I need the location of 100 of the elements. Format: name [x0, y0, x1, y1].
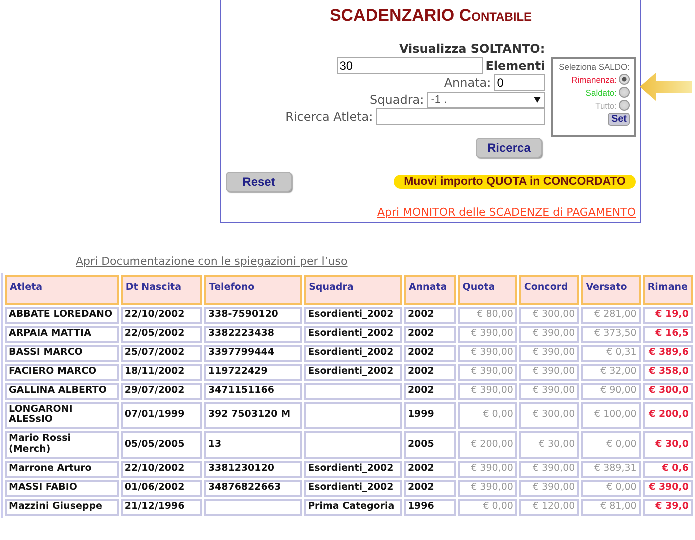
table-cell: € 100,00 [581, 402, 641, 430]
table-cell: FACIERO MARCO [5, 364, 119, 381]
table-cell: 119722429 [204, 364, 302, 381]
table-cell: € 16,5 [642, 326, 693, 343]
table-cell: 13 [204, 431, 302, 460]
table-cell: ABBATE LOREDANO [5, 306, 119, 324]
saldo-title: Seleziona SALDO: [559, 62, 630, 72]
table-cell: 2002 [404, 480, 456, 498]
table-cell: 07/01/1999 [120, 402, 202, 430]
squadra-label: Squadra: [370, 92, 424, 106]
table-cell: € 390,00 [519, 344, 580, 362]
table-cell: € 389,6 [642, 344, 693, 362]
saldo-option-label: Saldato: [586, 88, 617, 98]
table-cell: 2002 [404, 461, 456, 478]
table-cell: 3397799444 [204, 344, 302, 362]
table-cell: 25/07/2002 [120, 344, 202, 362]
table-cell: 2002 [404, 364, 456, 381]
table-cell: Prima Categoria [304, 499, 402, 516]
pointer-arrow-icon [640, 73, 692, 101]
table-cell: 29/07/2002 [120, 382, 202, 400]
table-cell: € 390,00 [519, 364, 580, 381]
page-title: SCADENZARIO Contabile [328, 6, 534, 26]
set-button[interactable]: Set [608, 113, 630, 126]
table-cell: € 90,00 [581, 382, 641, 400]
table-cell: € 30,0 [642, 431, 693, 460]
table-cell: BASSI MARCO [5, 344, 119, 362]
table-cell: MASSI FABIO [5, 480, 119, 498]
table-cell: Esordienti_2002 [304, 344, 402, 362]
table-cell: € 32,00 [581, 364, 641, 381]
saldo-option-label: Rimanenza: [572, 74, 617, 84]
table-cell: € 300,00 [519, 306, 580, 324]
table-cell: 3471151166 [204, 382, 302, 400]
table-cell: 18/11/2002 [120, 364, 202, 381]
table-cell: 21/12/1996 [120, 499, 202, 516]
table-cell: € 358,0 [642, 364, 693, 381]
table-cell: € 390,00 [458, 344, 518, 362]
table-cell: 2002 [404, 382, 456, 400]
count-field[interactable]: 30 [336, 57, 483, 74]
table-cell: ARPAIA MATTIA [5, 326, 119, 343]
show-only-label: Visualizza SOLTANTO: [399, 42, 546, 56]
column-header: Versato [581, 275, 641, 305]
table-cell: Esordienti_2002 [304, 364, 402, 381]
column-header: Dt Nascita [120, 275, 202, 305]
table-cell: € 0,6 [642, 461, 693, 478]
table-cell: € 390,00 [458, 326, 518, 343]
saldo-option-label: Tutto: [596, 100, 617, 110]
table-cell: 22/10/2002 [120, 306, 202, 324]
column-header: Concord [519, 275, 580, 305]
table-cell: € 389,31 [581, 461, 641, 478]
table-cell: LONGARONI ALESsIO [5, 402, 119, 430]
table-cell: € 300,0 [642, 382, 693, 400]
radio-button[interactable] [619, 74, 630, 85]
table-cell: 3381230120 [204, 461, 302, 478]
reset-button[interactable]: Reset [226, 172, 292, 192]
table-cell: 392 7503120 M [204, 402, 302, 430]
documentation-link[interactable]: Apri Documentazione con le spiegazioni per l’uso [76, 255, 695, 268]
table-cell: Esordienti_2002 [304, 480, 402, 498]
table-cell: 2005 [404, 431, 456, 460]
table-cell: € 39,0 [642, 499, 693, 516]
table-cell: Mazzini Giuseppe [5, 499, 119, 516]
table-cell: € 390,0 [642, 480, 693, 498]
table-cell: € 281,00 [581, 306, 641, 324]
annata-label: Annata: [444, 76, 492, 90]
elements-label: Elementi [486, 58, 546, 72]
table-cell: 34876822663 [204, 480, 302, 498]
table-cell: 2002 [404, 344, 456, 362]
table-cell: € 0,00 [581, 431, 641, 460]
table-cell: GALLINA ALBERTO [5, 382, 119, 400]
table-cell: € 81,00 [581, 499, 641, 516]
column-header: Telefono [204, 275, 302, 305]
radio-button[interactable] [619, 100, 630, 111]
table-cell: 05/05/2005 [120, 431, 202, 460]
table-cell: 1996 [404, 499, 456, 516]
athlete-search-field[interactable] [376, 108, 546, 125]
column-header: Annata [404, 275, 456, 305]
table-cell: € 390,00 [519, 480, 580, 498]
table-cell: € 0,00 [458, 499, 518, 516]
table-cell: Marrone Arturo [5, 461, 119, 478]
table-cell: € 0,00 [458, 402, 518, 430]
table-cell: € 120,00 [519, 499, 580, 516]
search-button[interactable]: Ricerca [476, 138, 542, 158]
table-cell: € 0,31 [581, 344, 641, 362]
column-header: Quota [458, 275, 518, 305]
column-header: Squadra [304, 275, 402, 305]
annata-field[interactable]: 0 [494, 74, 546, 91]
table-cell: € 200,0 [642, 402, 693, 430]
table-cell: € 390,00 [519, 382, 580, 400]
move-amount-button[interactable]: Muovi importo QUOTA in CONCORDATO [394, 175, 636, 189]
column-header: Rimane [642, 275, 693, 305]
radio-button[interactable] [619, 87, 630, 98]
table-cell: 22/05/2002 [120, 326, 202, 343]
column-header: Atleta [5, 275, 119, 305]
table-cell: € 200,00 [458, 431, 518, 460]
table-cell: 1999 [404, 402, 456, 430]
table-cell: € 373,50 [581, 326, 641, 343]
table-cell: € 390,00 [458, 364, 518, 381]
table-cell: 2002 [404, 306, 456, 324]
squadra-dropdown[interactable]: -1 . [427, 92, 546, 108]
table-cell: € 390,00 [519, 461, 580, 478]
table-cell: Esordienti_2002 [304, 306, 402, 324]
